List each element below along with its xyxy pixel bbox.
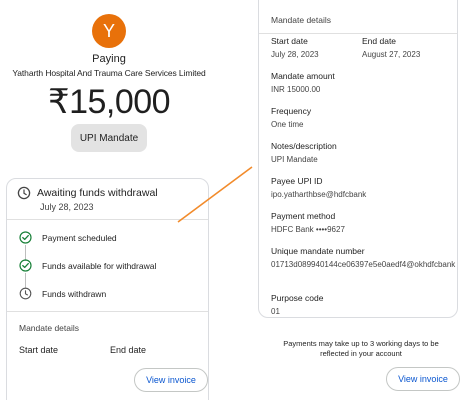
unique-mandate-number-value: 01713d089940144ce06397e5e0aedf4@okhdfcba… <box>271 260 456 269</box>
start-date-label: Start date <box>271 36 308 46</box>
frequency-value: One time <box>271 120 304 129</box>
payee-upi-value: ipo.yatharthbse@hdfcbank <box>271 190 367 199</box>
clock-icon <box>17 186 31 200</box>
divider <box>7 311 208 312</box>
mandate-details-card: Mandate details Start date July 28, 2023… <box>258 0 458 318</box>
divider <box>259 33 457 34</box>
mandate-amount-value: INR 15000.00 <box>271 85 321 94</box>
status-card: Awaiting funds withdrawal July 28, 2023 … <box>6 178 209 400</box>
upi-mandate-chip: UPI Mandate <box>71 124 147 152</box>
step-label: Funds available for withdrawal <box>42 260 157 271</box>
unique-mandate-number-label: Unique mandate number <box>271 246 365 256</box>
end-date-value: August 27, 2023 <box>362 50 421 59</box>
notes-value: UPI Mandate <box>271 155 318 164</box>
status-date: July 28, 2023 <box>40 202 94 212</box>
divider <box>7 219 208 220</box>
check-circle-icon <box>19 259 32 272</box>
purpose-code-value: 01 <box>271 307 280 316</box>
frequency-label: Frequency <box>271 106 312 116</box>
mandate-details-title: Mandate details <box>271 15 332 25</box>
avatar-letter: Y <box>102 20 115 41</box>
payment-method-value: HDFC Bank ••••9627 <box>271 225 345 234</box>
payment-amount: ₹15,000 <box>47 83 171 121</box>
view-invoice-button[interactable]: View invoice <box>134 368 208 392</box>
timeline-step: Funds withdrawn <box>19 287 106 300</box>
start-date-value: July 28, 2023 <box>271 50 319 59</box>
check-circle-icon <box>19 231 32 244</box>
timeline-step: Funds available for withdrawal <box>19 259 156 272</box>
mandate-details-title: Mandate details <box>19 323 80 333</box>
clock-icon <box>19 287 32 300</box>
payment-method-label: Payment method <box>271 211 336 221</box>
chip-label: UPI Mandate <box>79 132 139 144</box>
status-header: Awaiting funds withdrawal <box>17 186 158 200</box>
step-label: Funds withdrawn <box>42 288 107 299</box>
mandate-amount-label: Mandate amount <box>271 71 335 81</box>
start-date-label: Start date <box>19 345 59 355</box>
settlement-notice: Payments may take up to 3 working days t… <box>283 339 439 358</box>
step-label: Payment scheduled <box>42 232 117 243</box>
notes-label: Notes/description <box>271 141 337 151</box>
timeline-step: Payment scheduled <box>19 231 117 244</box>
payee-upi-label: Payee UPI ID <box>271 176 323 186</box>
merchant-avatar: Y <box>92 14 126 48</box>
status-title: Awaiting funds withdrawal <box>37 187 158 199</box>
end-date-label: End date <box>110 345 147 355</box>
merchant-name: Yatharth Hospital And Trauma Care Servic… <box>12 68 206 78</box>
payment-summary-panel: Y Paying Yatharth Hospital And Trauma Ca… <box>0 0 228 400</box>
purpose-code-label: Purpose code <box>271 293 324 303</box>
end-date-label: End date <box>362 36 397 46</box>
paying-label: Paying <box>92 53 126 65</box>
view-invoice-button[interactable]: View invoice <box>386 367 460 391</box>
